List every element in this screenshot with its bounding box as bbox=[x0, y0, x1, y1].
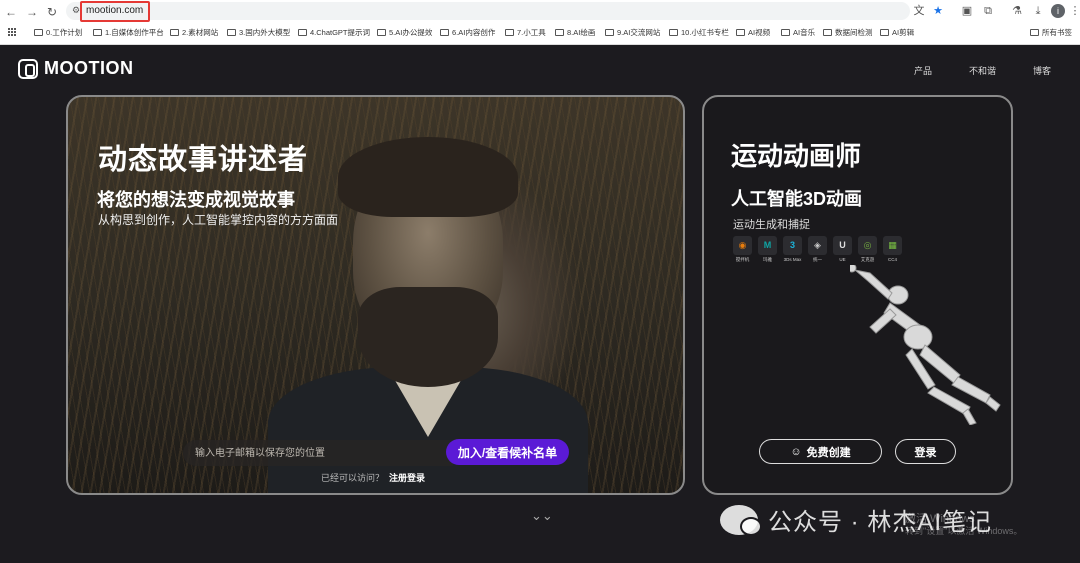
tool-label: 搅拌机 bbox=[735, 257, 750, 262]
scroll-down-chevron-icon[interactable]: ⌄⌄ bbox=[531, 508, 553, 524]
download-icon[interactable]: ⤓ bbox=[1031, 4, 1045, 18]
folder-icon bbox=[505, 29, 514, 36]
3d-robot-figure bbox=[850, 265, 1001, 425]
tool-item: ▦ CC4 bbox=[883, 236, 902, 262]
folder-icon bbox=[880, 29, 889, 36]
extension-icon[interactable]: ▣ bbox=[960, 4, 974, 18]
bookmark-folder[interactable]: 5.AI办公提效 bbox=[377, 27, 432, 38]
folder-icon bbox=[377, 29, 386, 36]
story-teller-description: 从构思到创作，人工智能掌控内容的方方面面 bbox=[98, 213, 339, 227]
site-logo[interactable]: MOOTION bbox=[18, 58, 134, 79]
tool-logo-icon: ◈ bbox=[808, 236, 827, 255]
tool-label: 玛雅 bbox=[763, 257, 772, 262]
tool-item: M 玛雅 bbox=[758, 236, 777, 263]
folder-icon bbox=[605, 29, 614, 36]
folder-icon bbox=[555, 29, 564, 36]
nav-blog[interactable]: 博客 bbox=[1033, 64, 1051, 77]
labs-icon[interactable]: ⚗ bbox=[1010, 4, 1024, 18]
login-button[interactable]: 登录 bbox=[895, 439, 956, 464]
tool-logo-icon: M bbox=[758, 236, 777, 255]
bookmark-folder[interactable]: 0.工作计划 bbox=[34, 27, 82, 38]
tool-item: 3 3Ds Max bbox=[783, 236, 802, 262]
bookmark-folder[interactable]: AI剪辑 bbox=[880, 27, 914, 38]
bookmark-folder[interactable]: 9.AI交流网站 bbox=[605, 27, 660, 38]
register-login-link[interactable]: 注册登录 bbox=[389, 471, 425, 484]
bookmark-folder[interactable]: 8.AI绘画 bbox=[555, 27, 595, 38]
folder-icon bbox=[34, 29, 43, 36]
bookmark-folder[interactable]: AI音乐 bbox=[781, 27, 815, 38]
tool-logo-icon: ▦ bbox=[883, 236, 902, 255]
access-prompt: 已经可以访问？ bbox=[321, 473, 385, 483]
logo-text: MOOTION bbox=[44, 58, 134, 78]
tool-label: UE bbox=[839, 257, 846, 262]
folder-icon bbox=[1030, 29, 1039, 36]
email-input[interactable] bbox=[183, 440, 453, 466]
tool-logo-icon: ◉ bbox=[733, 236, 752, 255]
folder-icon bbox=[781, 29, 790, 36]
folder-icon bbox=[823, 29, 832, 36]
translate-icon[interactable]: 文 bbox=[912, 4, 926, 18]
bookmark-folder[interactable]: 1.自媒体创作平台 bbox=[93, 27, 164, 38]
portrait-beard bbox=[358, 287, 498, 387]
tool-label: 3Ds Max bbox=[783, 257, 802, 262]
bookmark-folder[interactable]: AI视频 bbox=[736, 27, 770, 38]
profile-avatar-icon[interactable]: i bbox=[1051, 4, 1065, 18]
bookmark-star-icon[interactable]: ★ bbox=[931, 4, 945, 18]
browser-chrome: ← → ↻ ⚙ mootion.com 文 ★ ▣ ⧉ ⚗ ⤓ i ⋮ 0.工作… bbox=[0, 0, 1080, 45]
back-icon[interactable]: ← bbox=[4, 5, 18, 19]
tool-logo-icon: 3 bbox=[783, 236, 802, 255]
motion-animator-subtitle: 人工智能3D动画 bbox=[731, 189, 863, 209]
tool-item: ◉ 搅拌机 bbox=[733, 236, 752, 263]
bookmark-folder[interactable]: 4.ChatGPT提示词 bbox=[298, 27, 370, 38]
address-bar[interactable]: ⚙ bbox=[66, 2, 910, 20]
motion-animator-title: 运动动画师 bbox=[731, 141, 862, 171]
url-text[interactable]: mootion.com bbox=[86, 5, 143, 16]
tool-item: ◈ 统一 bbox=[808, 236, 827, 263]
join-waitlist-button[interactable]: 加入/查看候补名单 bbox=[446, 439, 569, 465]
bookmark-folder[interactable]: 10.小红书专栏 bbox=[669, 27, 729, 38]
portrait-hair bbox=[338, 137, 518, 217]
story-teller-title: 动态故事讲述者 bbox=[98, 144, 309, 176]
bookmark-folder[interactable]: 数据间检测 bbox=[823, 27, 873, 38]
windows-activate-hint: 转到"设置"以激活 Windows。 bbox=[905, 526, 1023, 536]
folder-icon bbox=[298, 29, 307, 36]
bookmark-folder[interactable]: 2.素材网站 bbox=[170, 27, 218, 38]
motion-animator-description: 运动生成和捕捉 bbox=[733, 219, 810, 231]
tool-logo-icon: U bbox=[833, 236, 852, 255]
tool-label: 统一 bbox=[813, 257, 822, 262]
mootion-logo-icon bbox=[18, 58, 38, 79]
free-create-label: 免费创建 bbox=[806, 446, 851, 459]
menu-icon[interactable]: ⋮ bbox=[1068, 4, 1080, 18]
nav-products[interactable]: 产品 bbox=[914, 64, 932, 77]
tool-label: CC4 bbox=[887, 257, 897, 262]
tool-item: U UE bbox=[833, 236, 852, 262]
bookmark-folder[interactable]: 6.AI内容创作 bbox=[440, 27, 495, 38]
folder-icon bbox=[440, 29, 449, 36]
folder-icon bbox=[93, 29, 102, 36]
tool-item: ◎ 艾克遊 bbox=[858, 236, 877, 263]
bookmark-folder[interactable]: 3.国内外大模型 bbox=[227, 27, 290, 38]
discord-icon: ☺ bbox=[790, 445, 802, 458]
bookmark-folder[interactable]: 7.小工具 bbox=[505, 27, 546, 38]
folder-icon bbox=[227, 29, 236, 36]
nav-discord[interactable]: 不和谐 bbox=[969, 64, 996, 77]
folder-icon bbox=[736, 29, 745, 36]
story-teller-subtitle: 将您的想法变成视觉故事 bbox=[97, 190, 295, 210]
forward-icon[interactable]: → bbox=[25, 5, 39, 19]
bookmarks-bar: 0.工作计划 1.自媒体创作平台 2.素材网站 3.国内外大模型 4.ChatG… bbox=[0, 24, 1080, 42]
folder-icon bbox=[669, 29, 678, 36]
bookmark-folder[interactable]: 所有书签 bbox=[1030, 27, 1072, 38]
wechat-logo-icon bbox=[720, 504, 762, 536]
puzzle-icon[interactable]: ⧉ bbox=[981, 4, 995, 18]
reload-icon[interactable]: ↻ bbox=[45, 5, 59, 19]
site-info-icon[interactable]: ⚙ bbox=[72, 5, 80, 16]
folder-icon bbox=[170, 29, 179, 36]
tool-label: 艾克遊 bbox=[860, 257, 875, 262]
tool-logo-icon: ◎ bbox=[858, 236, 877, 255]
free-create-button[interactable]: ☺ 免费创建 bbox=[759, 439, 882, 464]
